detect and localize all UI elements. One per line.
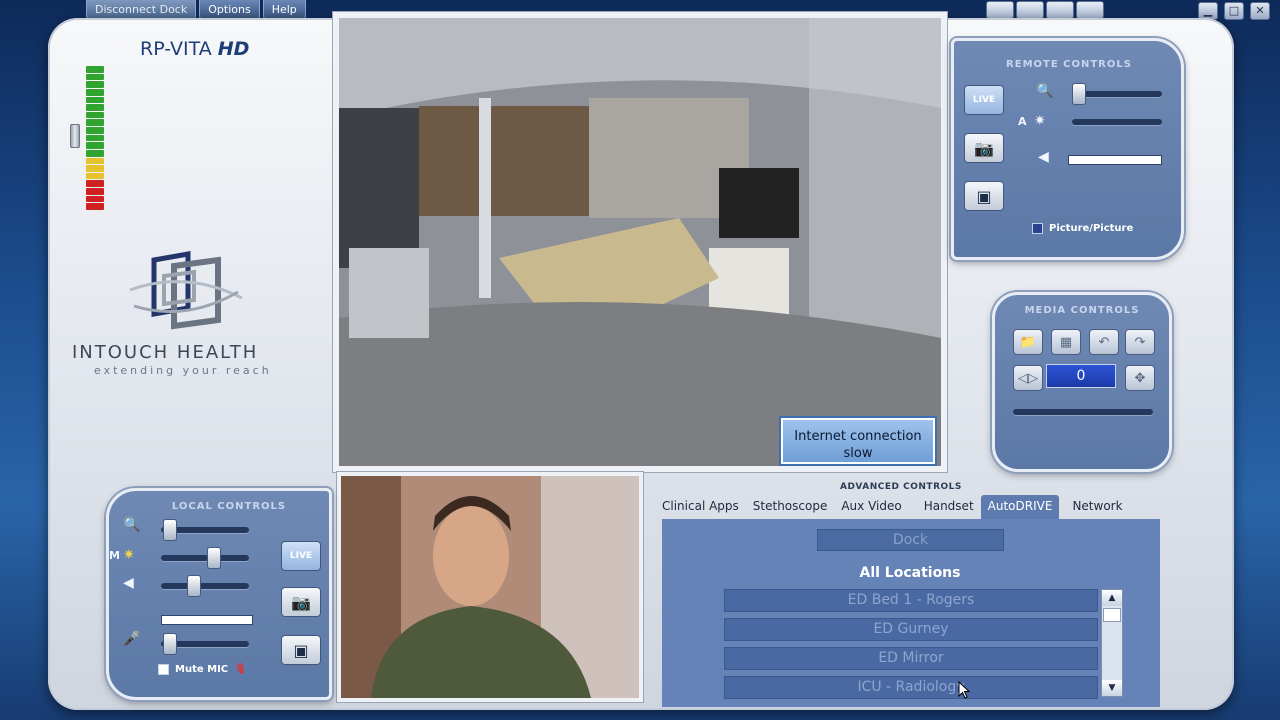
remote-volume-icon: ◀ [1038, 149, 1049, 165]
local-zoom-slider[interactable] [161, 519, 249, 541]
signal-strength-meter [86, 66, 104, 210]
remote-controls-panel: REMOTE CONTROLS LIVE 📷 ▣ 🔍 A ✷ ◀ Picture… [951, 38, 1184, 260]
brand-tagline: extending your reach [94, 364, 272, 377]
media-progress-slider[interactable] [1013, 409, 1153, 415]
local-brightness-slider[interactable] [161, 547, 249, 569]
self-view-image [341, 476, 639, 698]
view-layout-1-button[interactable] [986, 1, 1014, 19]
auto-brightness-label: A [1018, 115, 1027, 128]
pip-label: Picture/Picture [1049, 223, 1134, 234]
window-controls: ▁ □ ✕ [1198, 2, 1270, 20]
remote-camera-icon[interactable]: 📷 [964, 133, 1004, 163]
mouse-cursor-icon [958, 681, 970, 699]
media-settings-icon[interactable]: ✥ [1125, 365, 1155, 391]
disconnect-dock-button[interactable]: Disconnect Dock [86, 0, 197, 20]
mute-mic-checkbox[interactable] [158, 664, 169, 675]
locations-list: ED Bed 1 - Rogers ED Gurney ED Mirror IC… [724, 589, 1098, 705]
local-live-button[interactable]: LIVE [281, 541, 321, 571]
remote-controls-title: REMOTE CONTROLS [1006, 59, 1132, 70]
view-mode-buttons [986, 1, 1104, 19]
mic-icon: 🎤 [123, 631, 141, 647]
local-level-meter [161, 615, 253, 625]
options-menu[interactable]: Options [199, 0, 260, 20]
tab-autodrive[interactable]: AutoDRIVE [980, 495, 1060, 519]
scroll-up-icon[interactable]: ▲ [1102, 590, 1122, 606]
undo-icon[interactable]: ↶ [1089, 329, 1119, 355]
tab-handset[interactable]: Handset [917, 495, 981, 519]
tab-aux-video[interactable]: Aux Video [834, 495, 908, 519]
product-name: RP-VITA HD [140, 38, 249, 60]
local-camera-icon[interactable]: 📷 [281, 587, 321, 617]
list-item[interactable]: ED Mirror [724, 647, 1098, 670]
view-layout-2-button[interactable] [1016, 1, 1044, 19]
prev-next-icon[interactable]: ◁▷ [1013, 365, 1043, 391]
local-brightness-icon: ✷ [123, 547, 135, 563]
advanced-controls-title: ADVANCED CONTROLS [840, 482, 962, 492]
tab-stethoscope[interactable]: Stethoscope [746, 495, 835, 519]
mute-mic-toggle[interactable]: Mute MIC 🎙 [158, 664, 247, 675]
local-video-record-icon[interactable]: ▣ [281, 635, 321, 665]
locations-title: All Locations [859, 565, 961, 581]
mute-mic-label: Mute MIC [175, 664, 229, 675]
remote-zoom-icon: 🔍 [1036, 83, 1054, 99]
close-icon[interactable]: ✕ [1250, 2, 1270, 20]
media-controls-title: MEDIA CONTROLS [1024, 305, 1140, 316]
save-icon[interactable]: ▦ [1051, 329, 1081, 355]
local-video-feed[interactable] [337, 472, 643, 702]
product-model: RP-VITA [140, 38, 212, 60]
manual-brightness-label: M [109, 549, 120, 562]
local-volume-icon: ◀ [123, 575, 134, 591]
media-counter: 0 [1046, 364, 1116, 388]
pip-checkbox[interactable] [1032, 223, 1043, 234]
scroll-down-icon[interactable]: ▼ [1102, 680, 1122, 696]
intouch-logo-icon [129, 251, 243, 330]
remote-live-button[interactable]: LIVE [964, 85, 1004, 115]
maximize-icon[interactable]: □ [1224, 2, 1244, 20]
redo-icon[interactable]: ↷ [1125, 329, 1155, 355]
battery-icon [70, 124, 80, 148]
remote-brightness-icon: ✷ [1034, 113, 1046, 129]
view-layout-3-button[interactable] [1046, 1, 1074, 19]
tab-clinical-apps[interactable]: Clinical Apps [655, 495, 746, 519]
local-zoom-icon: 🔍 [123, 517, 141, 533]
remote-video-feed[interactable] [333, 12, 947, 472]
remote-brightness-slider[interactable] [1072, 119, 1162, 125]
hospital-room-image [339, 18, 941, 466]
help-menu[interactable]: Help [262, 0, 306, 20]
remote-volume-slider[interactable] [1068, 155, 1162, 165]
view-layout-4-button[interactable] [1076, 1, 1104, 19]
list-item[interactable]: ICU - Radiology [724, 676, 1098, 699]
remote-zoom-slider[interactable] [1072, 83, 1162, 105]
scroll-thumb[interactable] [1103, 608, 1121, 622]
brand-name: INTOUCH HEALTH [72, 342, 259, 363]
remote-video-record-icon[interactable]: ▣ [964, 181, 1004, 211]
dock-button[interactable]: Dock [817, 529, 1004, 551]
list-item[interactable]: ED Gurney [724, 618, 1098, 641]
picture-in-picture-toggle[interactable]: Picture/Picture [1032, 223, 1133, 234]
list-item[interactable]: ED Bed 1 - Rogers [724, 589, 1098, 612]
locations-scrollbar[interactable]: ▲ ▼ [1101, 589, 1123, 697]
mic-gain-slider[interactable] [161, 633, 249, 655]
local-volume-slider[interactable] [161, 575, 249, 597]
folder-icon[interactable]: 📁 [1013, 329, 1043, 355]
product-suffix: HD [217, 38, 250, 60]
tab-network[interactable]: Network [1065, 495, 1129, 519]
connection-status-message: Internet connection slow [781, 418, 935, 464]
advanced-tabs: Clinical Apps Stethoscope Aux Video Hand… [655, 495, 1130, 519]
mic-muted-icon: 🎙 [234, 664, 247, 675]
local-controls-title: LOCAL CONTROLS [171, 501, 287, 512]
